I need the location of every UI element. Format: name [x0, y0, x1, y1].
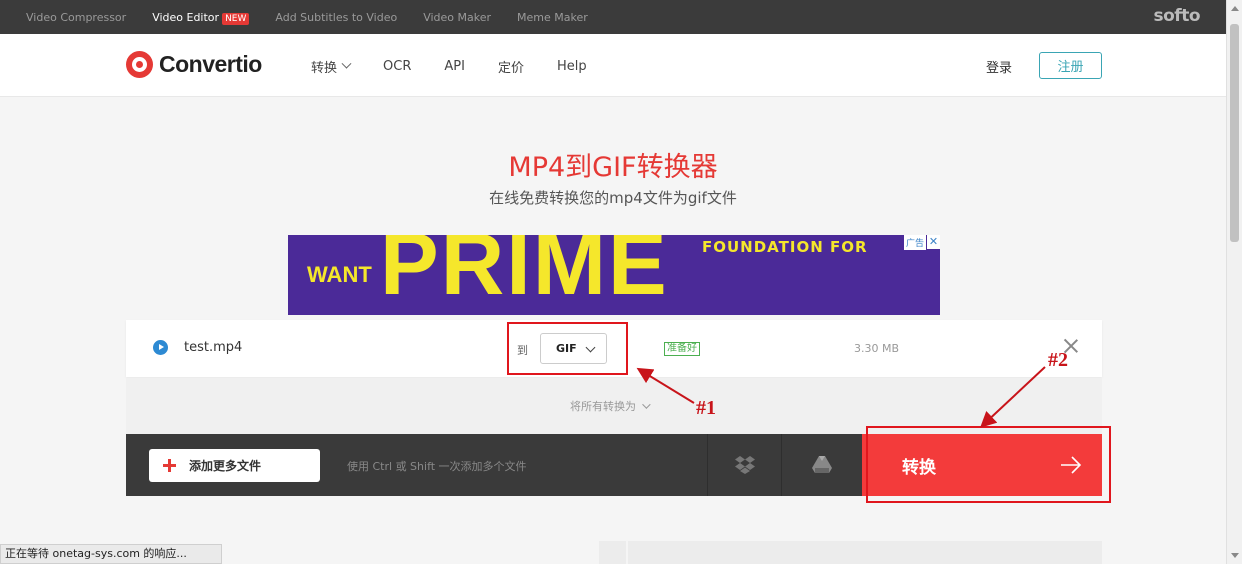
topbar-link-add-subtitles[interactable]: Add Subtitles to Video	[275, 11, 397, 24]
topbar-link-meme-maker[interactable]: Meme Maker	[517, 11, 588, 24]
convert-all-label: 将所有转换为	[570, 400, 636, 413]
file-name: test.mp4	[184, 340, 243, 355]
scroll-down-icon[interactable]	[1231, 553, 1239, 558]
convertio-logo-icon	[126, 51, 153, 78]
page-subtitle: 在线免费转换您的mp4文件为gif文件	[489, 189, 737, 207]
top-product-bar: Video Compressor Video Editor NEW Add Sub…	[0, 0, 1226, 34]
new-badge: NEW	[222, 12, 250, 25]
google-drive-button[interactable]	[781, 434, 861, 496]
plus-icon	[163, 459, 176, 472]
browser-status-bar: 正在等待 onetag-sys.com 的响应...	[0, 544, 222, 564]
add-more-files-button[interactable]: 添加更多文件	[149, 449, 320, 482]
nav-item-api[interactable]: API	[444, 57, 465, 76]
topbar-link-video-maker[interactable]: Video Maker	[423, 11, 491, 24]
register-button[interactable]: 注册	[1039, 52, 1102, 79]
chevron-down-icon	[642, 400, 651, 409]
page-scrollbar[interactable]	[1226, 0, 1242, 564]
annotation-label-1: #1	[696, 397, 716, 419]
scroll-up-icon[interactable]	[1231, 6, 1239, 11]
close-icon[interactable]: ✕	[927, 235, 940, 249]
softo-brand-logo[interactable]: softo	[1154, 6, 1201, 26]
login-link[interactable]: 登录	[986, 57, 1012, 76]
play-circle-icon[interactable]	[153, 340, 168, 355]
ad-want-text: WANT	[307, 262, 372, 287]
main-nav: 转换 OCR API 定价 Help	[311, 57, 620, 76]
ad-tagline: FOUNDATION FOR	[702, 238, 868, 256]
ad-badge[interactable]: 广告	[903, 235, 926, 250]
topbar-link-video-editor[interactable]: Video Editor NEW	[152, 10, 250, 25]
nav-item-help[interactable]: Help	[557, 57, 587, 76]
convert-all-dropdown[interactable]: 将所有转换为	[570, 398, 651, 414]
logo-text: Convertio	[159, 51, 262, 77]
content-placeholder	[599, 541, 626, 564]
nav-item-pricing[interactable]: 定价	[498, 57, 524, 76]
annotation-label-2: #2	[1048, 349, 1068, 371]
site-header: Convertio 转换 OCR API 定价 Help 登录 注册	[0, 34, 1226, 97]
topbar-link-video-compressor[interactable]: Video Compressor	[26, 11, 126, 24]
status-badge: 准备好	[664, 342, 700, 356]
file-size: 3.30 MB	[854, 342, 900, 355]
dropbox-button[interactable]	[707, 434, 781, 496]
nav-item-convert-label: 转换	[311, 61, 338, 76]
nav-item-convert[interactable]: 转换	[311, 57, 352, 76]
chevron-down-icon	[341, 58, 352, 69]
dropbox-icon	[735, 456, 755, 474]
convertio-logo[interactable]: Convertio	[126, 51, 262, 78]
ad-prime-text: PRIME	[380, 235, 669, 313]
add-files-label: 添加更多文件	[189, 459, 262, 473]
topbar-link-video-editor-label: Video Editor	[152, 10, 220, 24]
page-title: MP4到GIF转换器	[508, 152, 718, 183]
annotation-box-1	[507, 322, 628, 375]
annotation-box-2	[866, 426, 1111, 503]
nav-item-ocr[interactable]: OCR	[383, 57, 411, 76]
scrollbar-thumb[interactable]	[1230, 24, 1239, 242]
ad-banner[interactable]: WANT PRIME FOUNDATION FOR 广告 ✕	[288, 235, 940, 315]
google-drive-icon	[812, 456, 832, 473]
content-placeholder	[628, 541, 1102, 564]
multi-select-hint: 使用 Ctrl 或 Shift 一次添加多个文件	[347, 460, 527, 473]
